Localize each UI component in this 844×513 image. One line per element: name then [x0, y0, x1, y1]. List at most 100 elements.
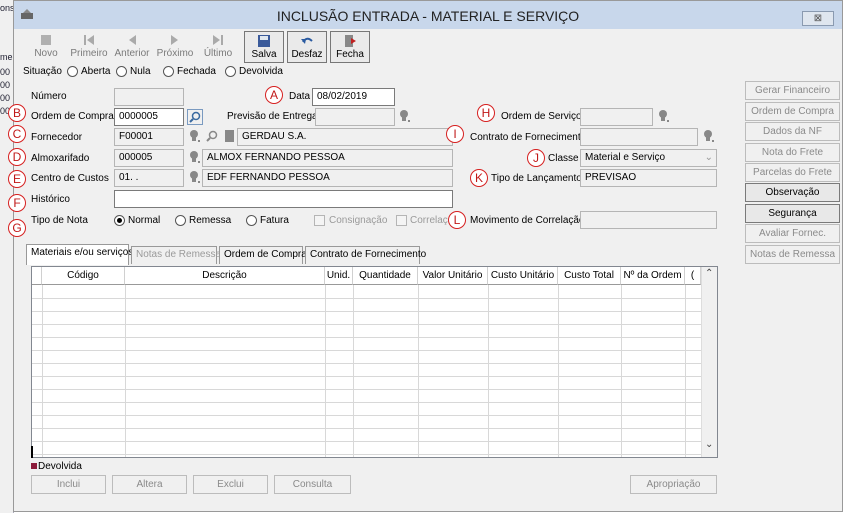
background-text: 00 [0, 93, 11, 103]
nota-frete-button[interactable]: Nota do Frete [745, 143, 840, 162]
ordem-servico-field[interactable] [580, 108, 653, 126]
situacao-aberta-radio[interactable] [67, 66, 78, 77]
tipo-nota-remessa-radio[interactable] [175, 215, 186, 226]
tab-notas-remessa[interactable]: Notas de Remessa [131, 246, 221, 264]
lookup-icon[interactable] [187, 150, 201, 164]
numero-field[interactable] [114, 88, 184, 106]
ordem-compra-label: Ordem de Compra [31, 111, 114, 122]
centro-custos-code-field[interactable]: 01. . [114, 169, 184, 187]
parcelas-frete-button[interactable]: Parcelas do Frete [745, 163, 840, 182]
previsao-field[interactable] [315, 108, 395, 126]
grid-indicator-header [32, 267, 42, 285]
items-grid[interactable]: Código Descrição Unid. Quantidade Valor … [31, 266, 718, 458]
grid-header-descricao[interactable]: Descrição [125, 267, 325, 285]
correlacao-label: Correlação [410, 215, 448, 226]
fornecedor-code-field[interactable]: F00001 [114, 128, 184, 146]
numero-label: Número [31, 91, 67, 102]
almoxarifado-label: Almoxarifado [31, 153, 90, 164]
situacao-nula-radio[interactable] [116, 66, 127, 77]
exclui-button[interactable]: Exclui [193, 475, 268, 494]
historico-field[interactable] [114, 190, 453, 208]
search-icon[interactable] [205, 129, 219, 143]
lookup-icon[interactable] [187, 170, 201, 184]
dialog-window: INCLUSÃO ENTRADA - MATERIAL E SERVIÇO ⊠ … [8, 0, 843, 512]
fornecedor-name-field[interactable]: GERDAU S.A. [237, 128, 453, 146]
grid-header-unid[interactable]: Unid. [325, 267, 353, 285]
desfaz-button[interactable]: Desfaz [287, 31, 327, 63]
marker-c: C [8, 125, 26, 143]
almoxarifado-name-field[interactable]: ALMOX FERNANDO PESSOA [202, 149, 453, 167]
fecha-button[interactable]: Fecha [330, 31, 370, 63]
data-field[interactable]: 08/02/2019 [312, 88, 395, 106]
contrato-field[interactable] [580, 128, 698, 146]
salva-label: Salva [251, 49, 277, 60]
ultimo-label: Último [203, 48, 233, 59]
tab-ordem-compra[interactable]: Ordem de Compra [219, 246, 307, 264]
close-button[interactable]: ⊠ [802, 11, 834, 26]
tipo-nota-remessa-label: Remessa [189, 215, 232, 226]
ultimo-button[interactable]: Último [198, 31, 238, 63]
seguranca-button[interactable]: Segurança [745, 204, 840, 223]
situacao-fechada-radio[interactable] [163, 66, 174, 77]
observacao-button[interactable]: Observação [745, 183, 840, 202]
window-title: INCLUSÃO ENTRADA - MATERIAL E SERVIÇO [276, 8, 580, 24]
notas-remessa-button[interactable]: Notas de Remessa [745, 245, 840, 264]
situacao-aberta-label: Aberta [81, 66, 111, 77]
grid-header-codigo[interactable]: Código [42, 267, 125, 285]
new-icon [41, 35, 51, 45]
grid-header-numero-ordem[interactable]: Nº da Ordem [621, 267, 685, 285]
tipo-nota-label: Tipo de Nota [31, 215, 88, 226]
grid-header-custo-total[interactable]: Custo Total [558, 267, 621, 285]
grid-header-quantidade[interactable]: Quantidade [353, 267, 418, 285]
almoxarifado-code-field[interactable]: 000005 [114, 149, 184, 167]
proximo-button[interactable]: Próximo [155, 31, 195, 63]
apropriacao-button[interactable]: Apropriação [630, 475, 717, 494]
ordem-compra-button[interactable]: Ordem de Compra [745, 102, 840, 121]
background-text: 00 [0, 80, 11, 90]
tab-materiais[interactable]: Materiais e/ou serviços [26, 244, 133, 265]
grid-header-valor-unitario[interactable]: Valor Unitário [418, 267, 488, 285]
lookup-icon[interactable] [397, 109, 411, 123]
row-cursor [31, 446, 33, 458]
tab-contrato-fornecimento[interactable]: Contrato de Fornecimento [305, 246, 426, 264]
ordem-compra-field[interactable]: 0000005 [114, 108, 184, 126]
fecha-label: Fecha [336, 49, 364, 60]
novo-button[interactable]: Novo [26, 31, 66, 63]
classe-select[interactable]: Material e Serviço ⌄ [580, 149, 717, 167]
first-icon [84, 35, 94, 45]
grid-header-extra[interactable]: ( [685, 267, 701, 285]
centro-custos-name-field[interactable]: EDF FERNANDO PESSOA [202, 169, 453, 187]
dados-nf-button[interactable]: Dados da NF [745, 122, 840, 141]
lookup-icon[interactable] [701, 129, 715, 143]
lookup-icon[interactable] [656, 109, 670, 123]
salva-button[interactable]: Salva [244, 31, 284, 63]
altera-button[interactable]: Altera [112, 475, 187, 494]
avaliar-fornec-button[interactable]: Avaliar Fornec. [745, 224, 840, 243]
situacao-nula-label: Nula [130, 66, 151, 77]
movimento-correlacao-field[interactable] [580, 211, 717, 229]
search-icon[interactable] [187, 109, 203, 125]
historico-label: Histórico [31, 194, 70, 205]
tipo-nota-fatura-radio[interactable] [246, 215, 257, 226]
movimento-correlacao-label: Movimento de Correlação [470, 215, 585, 226]
document-icon[interactable] [222, 129, 236, 143]
gerar-financeiro-button[interactable]: Gerar Financeiro [745, 81, 840, 100]
lookup-icon[interactable] [187, 129, 201, 143]
grid-header-custo-unitario[interactable]: Custo Unitário [488, 267, 558, 285]
anterior-button[interactable]: Anterior [112, 31, 152, 63]
primeiro-button[interactable]: Primeiro [69, 31, 109, 63]
classe-value: Material e Serviço [585, 152, 666, 163]
inclui-button[interactable]: Inclui [31, 475, 106, 494]
scroll-down-icon[interactable]: ⌄ [705, 439, 713, 450]
vertical-scrollbar[interactable]: ⌃ ⌄ [701, 267, 717, 457]
background-text: me [0, 52, 13, 62]
situacao-devolvida-radio[interactable] [225, 66, 236, 77]
consulta-button[interactable]: Consulta [274, 475, 351, 494]
scroll-up-icon[interactable]: ⌃ [705, 268, 713, 279]
tipo-nota-normal-radio[interactable] [114, 215, 125, 226]
consignacao-checkbox[interactable] [314, 215, 325, 226]
marker-h: H [477, 104, 495, 122]
correlacao-checkbox[interactable] [396, 215, 407, 226]
background-window-edge: ons me 00 00 00 00 [0, 0, 15, 513]
tipo-lancamento-field[interactable]: PREVISAO [580, 169, 717, 187]
